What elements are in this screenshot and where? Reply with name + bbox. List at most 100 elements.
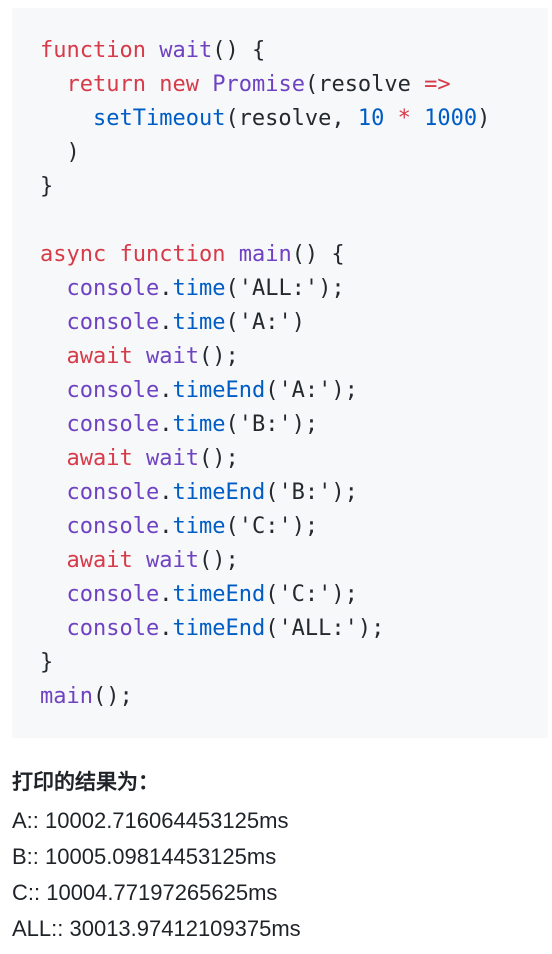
text-token: (); (92, 684, 133, 709)
string-token: 'ALL:' (278, 616, 358, 641)
code-line: main(); (40, 680, 548, 714)
text-token: } (40, 650, 54, 675)
function-token: wait (159, 38, 213, 63)
text-token: ); (357, 616, 385, 641)
string-token: 'B:' (278, 480, 332, 505)
text-token: (); (198, 446, 239, 471)
keyword-token: => (424, 72, 451, 97)
keyword-token: await (66, 344, 133, 369)
keyword-token: function (119, 242, 226, 267)
code-line: console.time('A:') (40, 306, 548, 340)
text-token: . (159, 412, 173, 437)
text-token: . (159, 616, 173, 641)
object-token: console (66, 582, 160, 607)
text-token: . (159, 514, 173, 539)
function-token: main (40, 684, 93, 709)
text-token: ) (291, 310, 305, 335)
result-line-b: B:: 10005.09814453125ms (12, 844, 277, 869)
keyword-token: * (397, 106, 411, 131)
property-token: time (172, 412, 226, 437)
text-token: () { (291, 242, 345, 267)
text-token: ); (291, 514, 319, 539)
text-token: ( (225, 412, 239, 437)
code-line: async function main() { (40, 238, 548, 272)
object-token: console (66, 276, 160, 301)
text-token: ) (40, 140, 80, 165)
text-token: (); (198, 548, 239, 573)
property-token: timeEnd (172, 582, 266, 607)
function-token: wait (145, 548, 199, 573)
code-line: } (40, 646, 548, 680)
keyword-token: return (66, 72, 146, 97)
string-token: 'C:' (238, 514, 292, 539)
property-token: timeEnd (172, 378, 266, 403)
object-token: console (66, 310, 160, 335)
text-token: ( (265, 582, 279, 607)
function-token: wait (145, 344, 199, 369)
text-token: (resolve, (225, 106, 358, 131)
text-token: ( (265, 480, 279, 505)
object-token: console (66, 412, 160, 437)
text-token: ); (331, 582, 358, 607)
code-line: await wait(); (40, 442, 548, 476)
keyword-token: await (66, 446, 133, 471)
number-token: 1000 (424, 106, 478, 131)
keyword-token: new (159, 72, 199, 97)
text-token: ( (265, 616, 279, 641)
code-block: function wait() { return new Promise(res… (12, 8, 548, 738)
number-token: 10 (357, 106, 385, 131)
result-list: A:: 10002.716064453125ms B:: 10005.09814… (12, 803, 301, 947)
text-token: ( (225, 514, 239, 539)
text-token: . (159, 378, 173, 403)
text-token: ); (318, 276, 345, 301)
code-line: return new Promise(resolve => (40, 68, 548, 102)
property-token: time (172, 276, 226, 301)
property-token: setTimeout (92, 106, 226, 131)
text-token: (resolve (304, 72, 425, 97)
text-token: ) (477, 106, 491, 131)
code-line: console.timeEnd('A:'); (40, 374, 548, 408)
string-token: 'B:' (238, 412, 292, 437)
code-line: ) (40, 136, 548, 170)
text-token: ( (225, 276, 239, 301)
text-token: ); (331, 378, 358, 403)
function-token: Promise (212, 72, 305, 97)
code-line: console.time('B:'); (40, 408, 548, 442)
result-line-c: C:: 10004.77197265625ms (12, 880, 278, 905)
code-line: console.timeEnd('B:'); (40, 476, 548, 510)
keyword-token: function (40, 38, 146, 63)
object-token: console (66, 480, 160, 505)
string-token: 'A:' (278, 378, 332, 403)
property-token: time (172, 514, 226, 539)
result-heading: 打印的结果为： (12, 770, 159, 794)
code-line: console.time('C:'); (40, 510, 548, 544)
keyword-token: async (40, 242, 107, 267)
property-token: timeEnd (172, 480, 266, 505)
text-token: (); (198, 344, 239, 369)
object-token: console (66, 378, 160, 403)
string-token: 'ALL:' (238, 276, 319, 301)
text-token: () { (212, 38, 266, 63)
string-token: 'A:' (238, 310, 292, 335)
